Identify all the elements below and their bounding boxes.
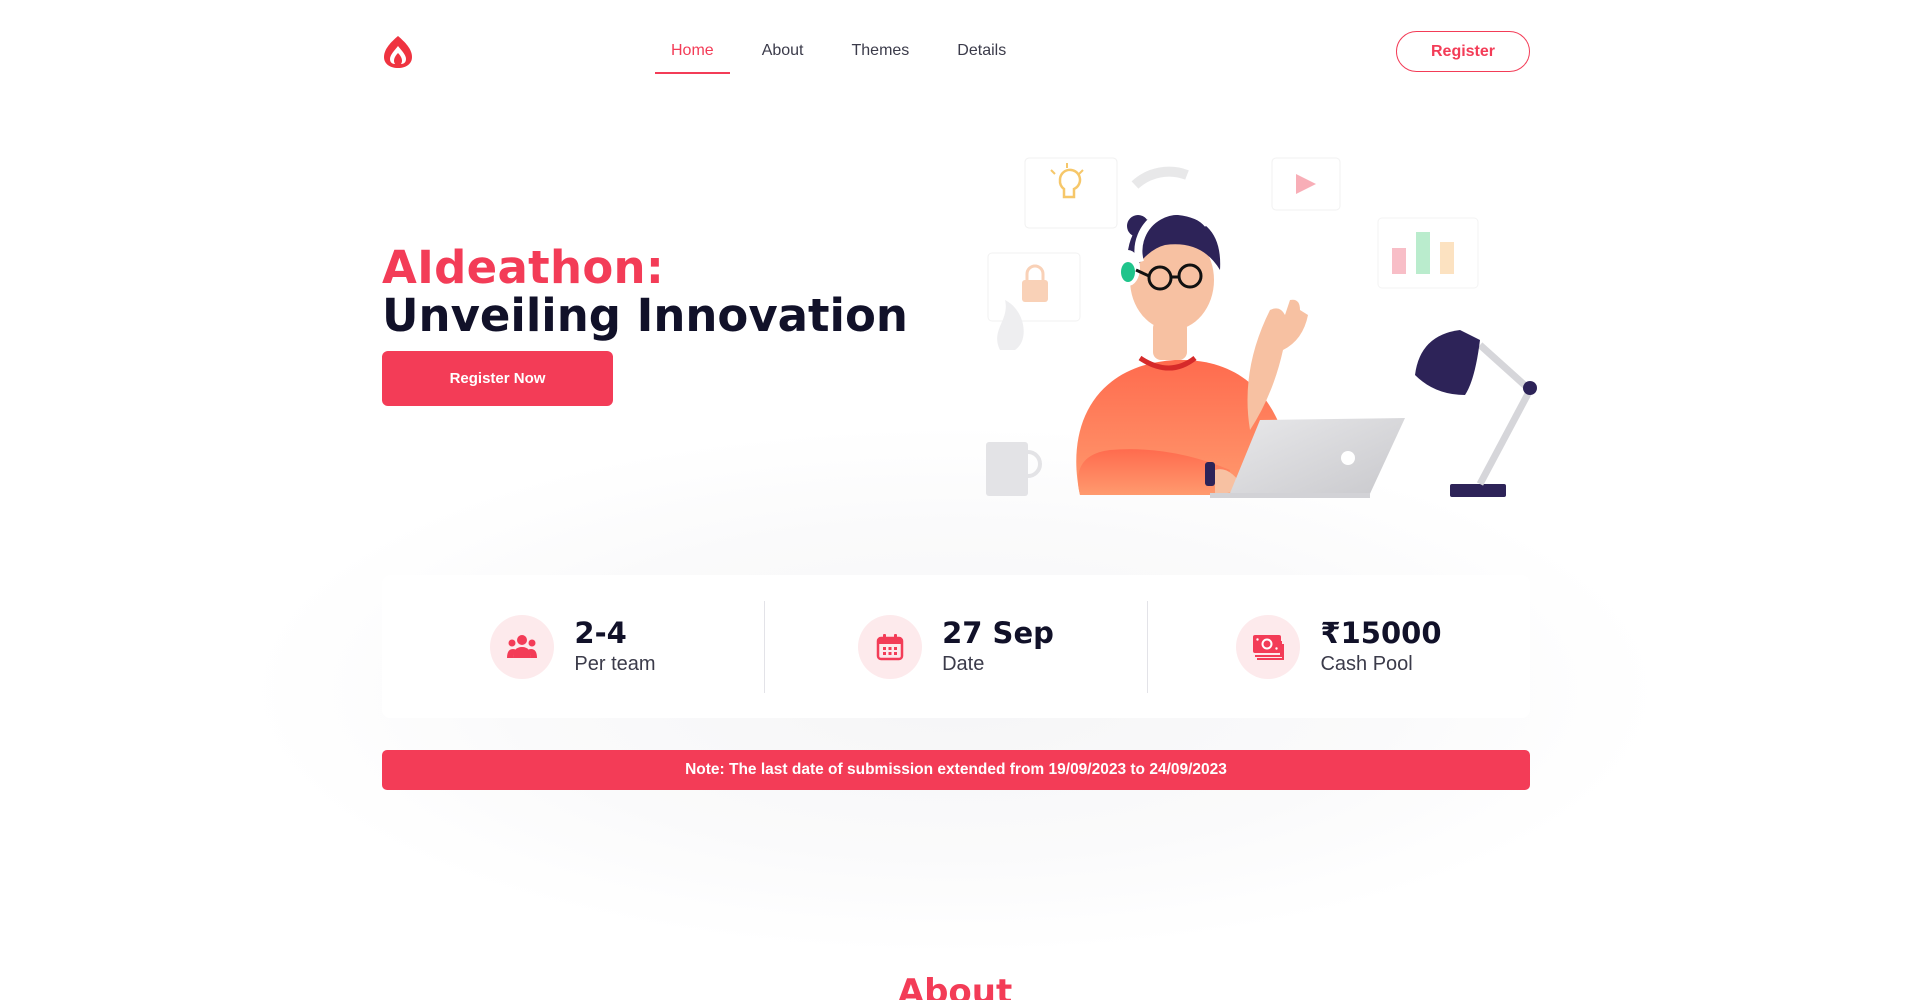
money-icon	[1236, 614, 1301, 679]
mug-icon	[986, 442, 1042, 496]
desk-lamp-icon	[1415, 330, 1537, 497]
logo-icon[interactable]	[382, 34, 414, 70]
lock-card-icon	[987, 252, 1081, 322]
people-icon	[490, 614, 555, 679]
calendar-icon	[858, 614, 923, 679]
stat-value: 2-4	[574, 615, 627, 650]
hero-title-main: Unveiling Innovation	[382, 289, 908, 342]
hero-title: AIdeathon: Unveiling Innovation	[382, 244, 908, 340]
register-button[interactable]: Register	[1396, 31, 1530, 72]
hero-illustration	[986, 157, 1537, 498]
about-section-title: About	[897, 972, 1013, 1000]
play-card-icon	[1271, 157, 1341, 211]
bar-chart-card-icon	[1377, 217, 1479, 289]
stats-panel: 2-4 Per team 27 Sep Date ₹15000 Cash Poo…	[382, 575, 1530, 718]
lightbulb-card-icon	[1024, 157, 1118, 229]
nav-link-details[interactable]: Details	[941, 30, 1022, 72]
nav-link-about[interactable]: About	[746, 30, 820, 72]
nav-link-themes[interactable]: Themes	[836, 30, 926, 72]
stat-label: Cash Pool	[1320, 652, 1413, 675]
stat-date: 27 Sep Date	[764, 600, 1147, 693]
nav-link-home[interactable]: Home	[655, 30, 730, 74]
nav-links: Home About Themes Details	[655, 30, 1038, 74]
stat-value: ₹15000	[1320, 615, 1442, 650]
submission-note-banner: Note: The last date of submission extend…	[382, 750, 1530, 790]
hero-title-accent: AIdeathon:	[382, 241, 665, 294]
navbar: Home About Themes Details Register	[0, 0, 1910, 100]
stat-label: Date	[942, 652, 985, 675]
stat-team-size: 2-4 Per team	[382, 601, 764, 693]
stat-value: 27 Sep	[942, 615, 1054, 650]
stat-label: Per team	[574, 652, 656, 675]
stat-cash-pool: ₹15000 Cash Pool	[1147, 600, 1530, 693]
register-now-button[interactable]: Register Now	[382, 351, 613, 406]
